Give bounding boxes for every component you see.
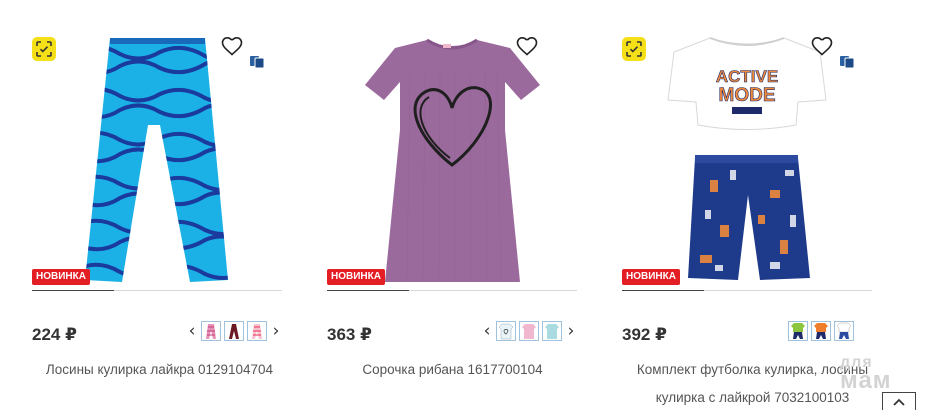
scroll-to-top-button[interactable] bbox=[882, 392, 916, 410]
color-swatch[interactable] bbox=[519, 321, 539, 341]
product-card[interactable]: НОВИНКА 224 ₽ ‹ › Лосины кулирка лайкра … bbox=[30, 0, 290, 410]
product-image-area[interactable] bbox=[325, 30, 580, 292]
heart-outline-icon[interactable] bbox=[810, 34, 834, 58]
price: 363 ₽ bbox=[327, 325, 372, 344]
watermark-logo: для мам bbox=[840, 354, 920, 394]
chevron-left-icon[interactable]: ‹ bbox=[186, 321, 198, 341]
zebra-print-leggings-image bbox=[85, 38, 228, 282]
tshirt-print-line2: MODE bbox=[719, 85, 776, 106]
image-pager-divider bbox=[32, 290, 282, 291]
similar-items-icon[interactable] bbox=[249, 53, 265, 69]
chevron-left-icon[interactable]: ‹ bbox=[481, 321, 493, 341]
image-pager-divider bbox=[327, 290, 577, 291]
color-swatch[interactable] bbox=[788, 321, 808, 341]
chevron-up-icon bbox=[893, 398, 905, 406]
price: 392 ₽ bbox=[622, 325, 667, 344]
color-swatches: ‹ › bbox=[481, 321, 577, 341]
scan-icon[interactable] bbox=[32, 37, 56, 61]
product-image-area[interactable]: ACTIVE MODE bbox=[620, 30, 875, 292]
new-badge: НОВИНКА bbox=[32, 269, 90, 285]
chevron-right-icon[interactable]: › bbox=[565, 321, 577, 341]
product-title[interactable]: Сорочка рибана 1617700104 bbox=[325, 356, 580, 384]
heart-outline-icon[interactable] bbox=[220, 34, 244, 58]
color-swatch[interactable] bbox=[496, 321, 516, 341]
color-swatches bbox=[788, 321, 854, 341]
heart-outline-icon[interactable] bbox=[515, 34, 539, 58]
product-image-area[interactable] bbox=[30, 30, 285, 292]
color-swatch[interactable] bbox=[224, 321, 244, 341]
similar-items-icon[interactable] bbox=[839, 53, 855, 69]
color-swatch[interactable] bbox=[542, 321, 562, 341]
tshirt-print-line1: ACTIVE bbox=[716, 67, 778, 86]
scan-icon[interactable] bbox=[622, 37, 646, 61]
new-badge: НОВИНКА bbox=[327, 269, 385, 285]
color-swatch[interactable] bbox=[834, 321, 854, 341]
purple-nightgown-image bbox=[365, 38, 540, 282]
color-swatch[interactable] bbox=[811, 321, 831, 341]
price: 224 ₽ bbox=[32, 325, 77, 344]
tshirt-shorts-set-image: ACTIVE MODE bbox=[667, 37, 827, 280]
color-swatch[interactable] bbox=[201, 321, 221, 341]
product-card[interactable]: ACTIVE MODE НОВИНКА 392 ₽ Комплект футбо… bbox=[620, 0, 880, 410]
color-swatches: ‹ › bbox=[186, 321, 282, 341]
image-pager-divider bbox=[622, 290, 872, 291]
color-swatch[interactable] bbox=[247, 321, 267, 341]
watermark-line: мам bbox=[840, 367, 892, 394]
product-card[interactable]: НОВИНКА 363 ₽ ‹ › Сорочка рибана 1617700… bbox=[325, 0, 585, 410]
chevron-right-icon[interactable]: › bbox=[270, 321, 282, 341]
new-badge: НОВИНКА bbox=[622, 269, 680, 285]
product-title[interactable]: Лосины кулирка лайкра 0129104704 bbox=[32, 356, 287, 384]
